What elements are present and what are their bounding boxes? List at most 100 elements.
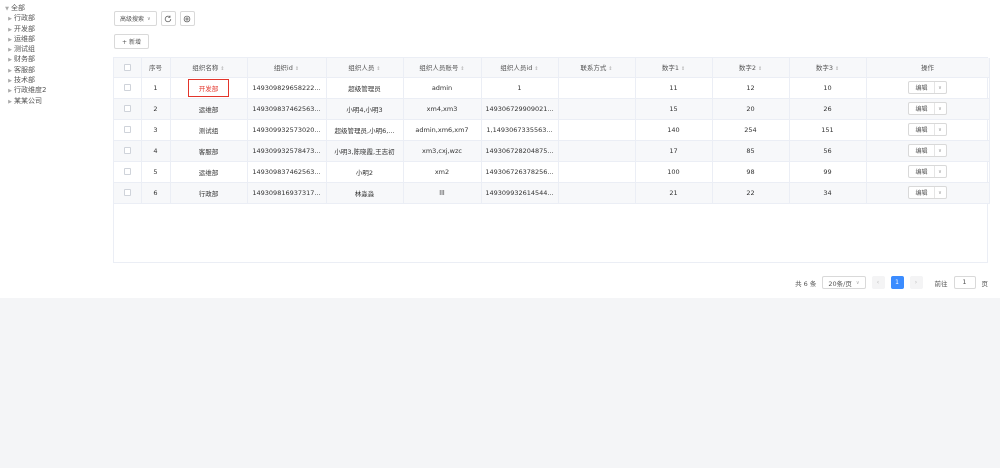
tree-node[interactable]: ▶ 技术部 xyxy=(3,75,103,85)
edit-dropdown[interactable]: 编辑 ∨ xyxy=(908,144,947,157)
page-size-select[interactable]: 20条/页 ∨ xyxy=(822,276,866,289)
column-header[interactable]: 组织id ⇕ xyxy=(247,58,327,78)
cell-accounts: xm3,cxj,wzc xyxy=(403,140,482,162)
edit-button[interactable]: 编辑 xyxy=(909,188,933,197)
column-header-label: 序号 xyxy=(149,64,162,73)
row-checkbox[interactable] xyxy=(123,189,131,196)
edit-button[interactable]: 编辑 xyxy=(909,83,933,92)
row-select-cell xyxy=(114,140,142,162)
caret-right-icon[interactable]: ▶ xyxy=(6,97,14,107)
column-header[interactable]: 组织人员 ⇕ xyxy=(326,58,404,78)
column-header-label: 组织名称 xyxy=(192,64,219,73)
cell-idx: 6 xyxy=(141,182,171,204)
tree-node[interactable]: ▶ 行政维度2 xyxy=(3,85,103,95)
cell-member-ids: 149306729909021... xyxy=(481,98,559,120)
prev-page-button[interactable]: ‹ xyxy=(871,276,885,289)
table-row[interactable]: 4 客服部 149309932578473... 小明3,陈晓霞,王志初 xm3,cxj… xyxy=(114,140,990,162)
sort-icon[interactable]: ⇕ xyxy=(295,66,299,72)
edit-dropdown[interactable]: 编辑 ∨ xyxy=(908,186,947,199)
tree-node-root[interactable]: ▼ 全部 xyxy=(3,3,103,13)
chevron-down-icon[interactable]: ∨ xyxy=(933,82,946,93)
table-row[interactable]: 2 运维部 149309837462563... 小明4,小明3 xm4,xm3 1493… xyxy=(114,98,990,120)
tree-node[interactable]: ▶ 运维部 xyxy=(3,34,103,44)
next-page-button[interactable]: › xyxy=(909,276,923,289)
tree-node[interactable]: ▶ 财务部 xyxy=(3,54,103,64)
column-header-label: 组织id xyxy=(273,64,293,73)
sort-icon[interactable]: ⇕ xyxy=(758,66,762,72)
sort-icon[interactable]: ⇕ xyxy=(220,66,224,72)
row-checkbox[interactable] xyxy=(123,126,131,133)
column-header-label: 联系方式 xyxy=(580,64,607,73)
edit-button[interactable]: 编辑 xyxy=(909,146,933,155)
cell-name: 客服部 xyxy=(170,140,248,162)
edit-dropdown[interactable]: 编辑 ∨ xyxy=(908,81,947,94)
row-checkbox[interactable] xyxy=(123,168,131,175)
refresh-button[interactable] xyxy=(160,11,176,26)
edit-button[interactable]: 编辑 xyxy=(909,125,933,134)
edit-dropdown[interactable]: 编辑 ∨ xyxy=(908,102,947,115)
sort-icon[interactable]: ⇕ xyxy=(681,66,685,72)
highlighted-org-name[interactable]: 开发部 xyxy=(187,78,230,97)
edit-dropdown[interactable]: 编辑 ∨ xyxy=(908,165,947,178)
page-number-button[interactable]: 1 xyxy=(890,276,904,289)
table-row[interactable]: 5 运维部 149309837462563... 小明2 xm2 149306726378… xyxy=(114,161,990,183)
cell-name: 开发部 xyxy=(170,77,248,99)
tree-node[interactable]: ▶ 某某公司 xyxy=(3,96,103,106)
cell-org-id: 149309932578473... xyxy=(247,140,327,162)
table-row[interactable]: 6 行政部 149309816937317... 林淼淼 lll 149309932614… xyxy=(114,182,990,204)
sort-icon[interactable]: ⇕ xyxy=(534,66,538,72)
row-select-cell xyxy=(114,77,142,99)
cell-accounts: admin xyxy=(403,77,482,99)
goto-page-input[interactable]: 1 xyxy=(953,276,976,289)
table-header-row: 序号 组织名称 ⇕ 组织id ⇕ 组织人员 ⇕ 组织人员账号 ⇕ 组织人员id ⇕ 联系方式 ⇕ 数字1 ⇕… xyxy=(114,58,990,78)
row-checkbox[interactable] xyxy=(123,147,131,154)
row-checkbox[interactable] xyxy=(123,84,131,91)
column-header[interactable]: 组织人员id ⇕ xyxy=(481,58,559,78)
tree-node[interactable]: ▶ 客服部 xyxy=(3,65,103,75)
chevron-down-icon: ∨ xyxy=(855,279,860,286)
select-all-checkbox[interactable] xyxy=(123,63,131,71)
table-row[interactable]: 3 测试组 149309932573020... 超级管理员,小明6,... admin… xyxy=(114,119,990,141)
sort-icon[interactable]: ⇕ xyxy=(460,66,464,72)
settings-button[interactable] xyxy=(179,11,195,26)
column-header[interactable]: 联系方式 ⇕ xyxy=(558,58,636,78)
edit-dropdown[interactable]: 编辑 ∨ xyxy=(908,123,947,136)
column-header-label: 组织人员id xyxy=(500,64,533,73)
cell-idx: 5 xyxy=(141,161,171,183)
tree-node-label: 全部 xyxy=(11,4,25,12)
column-header[interactable]: 数字1 ⇕ xyxy=(635,58,713,78)
edit-button[interactable]: 编辑 xyxy=(909,104,933,113)
chevron-down-icon[interactable]: ∨ xyxy=(933,187,946,198)
cell-org-id: 149309837462563... xyxy=(247,161,327,183)
row-checkbox[interactable] xyxy=(123,105,131,112)
advanced-search-button[interactable]: 高级搜索 ∨ xyxy=(114,11,157,26)
column-header[interactable]: 组织名称 ⇕ xyxy=(170,58,248,78)
chevron-down-icon[interactable]: ∨ xyxy=(933,166,946,177)
edit-button[interactable]: 编辑 xyxy=(909,167,933,176)
tree-node[interactable]: ▶ 开发部 xyxy=(3,24,103,34)
cell-accounts: admin,xm6,xm7 xyxy=(403,119,482,141)
tree-node-label: 行政维度2 xyxy=(14,86,47,95)
page-size-value: 20条/页 xyxy=(828,279,852,288)
cell-n3: 26 xyxy=(789,98,867,120)
cell-n1: 100 xyxy=(635,161,713,183)
cell-idx: 4 xyxy=(141,140,171,162)
chevron-down-icon[interactable]: ∨ xyxy=(933,103,946,114)
page-suffix: 页 xyxy=(981,279,989,288)
column-header[interactable]: 数字2 ⇕ xyxy=(712,58,790,78)
sort-icon[interactable]: ⇕ xyxy=(376,66,380,72)
table-row[interactable]: 1 开发部 149309829658222... 超级管理员 admin 1 11 12 10 编… xyxy=(114,77,990,99)
pagination: 共 6 条 20条/页 ∨ ‹ 1 › 前往 1 页 xyxy=(795,276,988,289)
add-button[interactable]: + 新增 xyxy=(114,34,149,49)
tree-node[interactable]: ▶ 行政部 xyxy=(3,13,103,23)
toolbar: 高级搜索 ∨ xyxy=(114,11,195,26)
cell-idx: 2 xyxy=(141,98,171,120)
column-header[interactable]: 组织人员账号 ⇕ xyxy=(403,58,482,78)
chevron-down-icon[interactable]: ∨ xyxy=(933,145,946,156)
chevron-down-icon[interactable]: ∨ xyxy=(933,124,946,135)
tree-node[interactable]: ▶ 测试组 xyxy=(3,44,103,54)
column-header[interactable]: 数字3 ⇕ xyxy=(789,58,867,78)
sort-icon[interactable]: ⇕ xyxy=(835,66,839,72)
sort-icon[interactable]: ⇕ xyxy=(608,66,612,72)
cell-accounts: xm2 xyxy=(403,161,482,183)
